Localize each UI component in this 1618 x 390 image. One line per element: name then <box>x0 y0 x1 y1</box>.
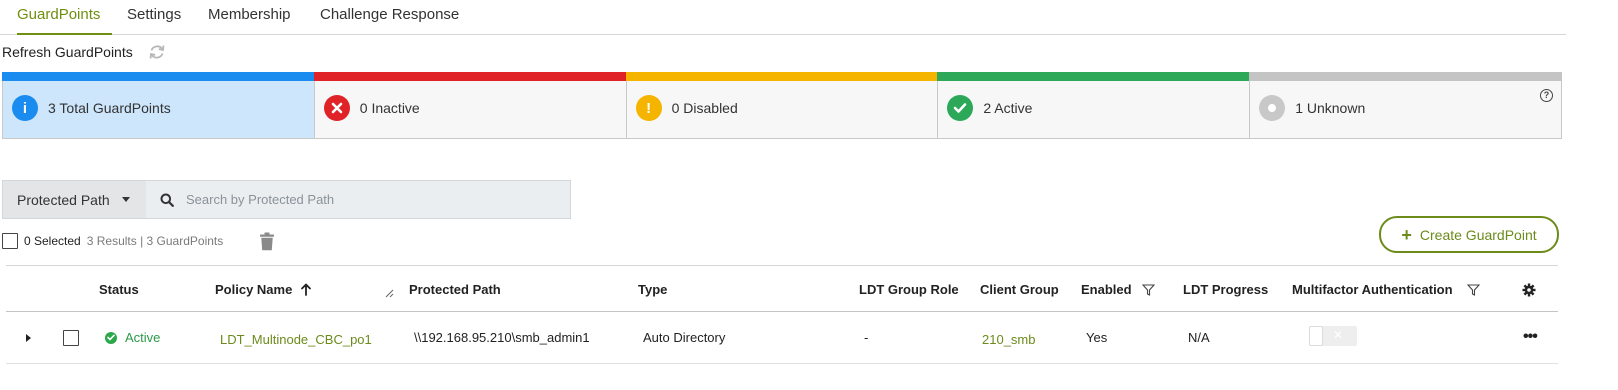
toggle-off-icon: ✕ <box>1333 328 1344 342</box>
client-group-link[interactable]: 210_smb <box>982 332 1035 347</box>
help-icon[interactable]: ? <box>1539 89 1553 102</box>
search-icon <box>160 193 174 207</box>
search-box <box>146 181 570 218</box>
search-group: Protected Path <box>2 180 571 219</box>
column-header-mfa-label: Multifactor Authentication <box>1292 282 1453 297</box>
column-header-status[interactable]: Status <box>99 282 139 297</box>
column-header-client-group[interactable]: Client Group <box>980 282 1059 297</box>
filter-icon[interactable] <box>1141 283 1155 296</box>
error-icon <box>323 95 350 121</box>
status-cell: Active <box>105 330 160 345</box>
create-guardpoint-label: Create GuardPoint <box>1419 226 1537 243</box>
warning-icon: ! <box>635 95 662 121</box>
selection-bar: 0 Selected 3 Results | 3 GuardPoints <box>2 231 275 251</box>
column-header-ldt-group-role[interactable]: LDT Group Role <box>859 282 959 297</box>
check-icon <box>947 95 974 121</box>
sort-ascending-icon <box>301 283 312 296</box>
card-label: 0 Inactive <box>359 100 420 116</box>
card-color-bar <box>1249 72 1562 81</box>
column-header-type[interactable]: Type <box>638 282 667 297</box>
column-header-mfa[interactable]: Multifactor Authentication <box>1292 282 1480 297</box>
card-color-bar <box>2 72 315 81</box>
tab-guardpoints[interactable]: GuardPoints <box>17 6 112 35</box>
results-info: 3 Results | 3 GuardPoints <box>86 234 224 248</box>
active-card[interactable]: 2 Active <box>937 72 1251 139</box>
card-color-bar <box>313 72 627 81</box>
card-color-bar <box>937 72 1251 81</box>
card-label: 3 Total GuardPoints <box>48 100 171 116</box>
more-actions-icon[interactable]: ••• <box>1523 328 1538 346</box>
tab-settings[interactable]: Settings <box>127 6 181 35</box>
card-label: 1 Unknown <box>1295 100 1366 116</box>
tab-bar: GuardPoints Settings Membership Challeng… <box>0 0 1566 35</box>
ldt-progress-cell: N/A <box>1188 330 1210 345</box>
card-label: 0 Disabled <box>671 100 738 116</box>
protected-path-cell: \\192.168.95.210\smb_admin1 <box>414 330 590 345</box>
card-color-bar <box>625 72 939 81</box>
caret-down-icon <box>121 197 130 202</box>
refresh-label: Refresh GuardPoints <box>2 44 133 60</box>
create-guardpoint-button[interactable]: + Create GuardPoint <box>1379 216 1559 253</box>
card-label: 2 Active <box>983 100 1033 116</box>
enabled-cell: Yes <box>1086 330 1108 345</box>
refresh-row: Refresh GuardPoints <box>2 42 167 62</box>
expand-row-icon[interactable] <box>26 334 31 342</box>
select-all-checkbox[interactable] <box>2 233 18 249</box>
column-header-ldt-progress[interactable]: LDT Progress <box>1183 282 1268 297</box>
column-header-policy-name-label: Policy Name <box>215 282 293 297</box>
policy-name-link[interactable]: LDT_Multinode_CBC_po1 <box>220 332 372 347</box>
unknown-card[interactable]: 1 Unknown ? <box>1249 72 1562 139</box>
status-text: Active <box>125 330 161 345</box>
trash-icon[interactable] <box>259 232 275 251</box>
table-row[interactable]: Active LDT_Multinode_CBC_po1 \\192.168.9… <box>6 312 1558 364</box>
column-header-enabled-label: Enabled <box>1081 282 1132 297</box>
total-guardpoints-card[interactable]: i 3 Total GuardPoints <box>2 72 315 139</box>
refresh-icon[interactable] <box>147 42 167 62</box>
guardpoints-table: Status Policy Name Protected Path Type L… <box>6 265 1558 364</box>
search-filter-dropdown[interactable]: Protected Path <box>3 181 146 218</box>
ldt-group-role-cell: - <box>864 330 869 345</box>
column-header-policy-name[interactable]: Policy Name <box>215 282 312 297</box>
plus-icon: + <box>1401 224 1412 245</box>
disabled-card[interactable]: ! 0 Disabled <box>625 72 939 139</box>
tab-membership[interactable]: Membership <box>208 6 291 35</box>
tab-challenge-response[interactable]: Challenge Response <box>320 6 459 35</box>
search-input[interactable] <box>186 192 546 207</box>
column-header-protected-path[interactable]: Protected Path <box>409 282 501 297</box>
search-filter-label: Protected Path <box>17 191 110 208</box>
filter-icon[interactable] <box>1466 283 1480 296</box>
mfa-toggle[interactable]: ✕ <box>1309 326 1357 346</box>
toggle-knob <box>1309 326 1323 346</box>
info-icon: i <box>12 95 38 121</box>
column-resize-icon[interactable] <box>384 288 394 298</box>
row-checkbox[interactable] <box>63 330 79 346</box>
active-status-icon <box>105 331 117 344</box>
gear-icon[interactable] <box>1522 283 1536 297</box>
unknown-icon <box>1259 95 1286 121</box>
selected-count: 0 Selected <box>24 234 81 248</box>
column-header-enabled[interactable]: Enabled <box>1081 282 1155 297</box>
table-header: Status Policy Name Protected Path Type L… <box>6 265 1558 312</box>
type-cell: Auto Directory <box>643 330 726 345</box>
status-summary: i 3 Total GuardPoints 0 Inactive ! 0 Dis… <box>2 72 1562 139</box>
inactive-card[interactable]: 0 Inactive <box>313 72 627 139</box>
